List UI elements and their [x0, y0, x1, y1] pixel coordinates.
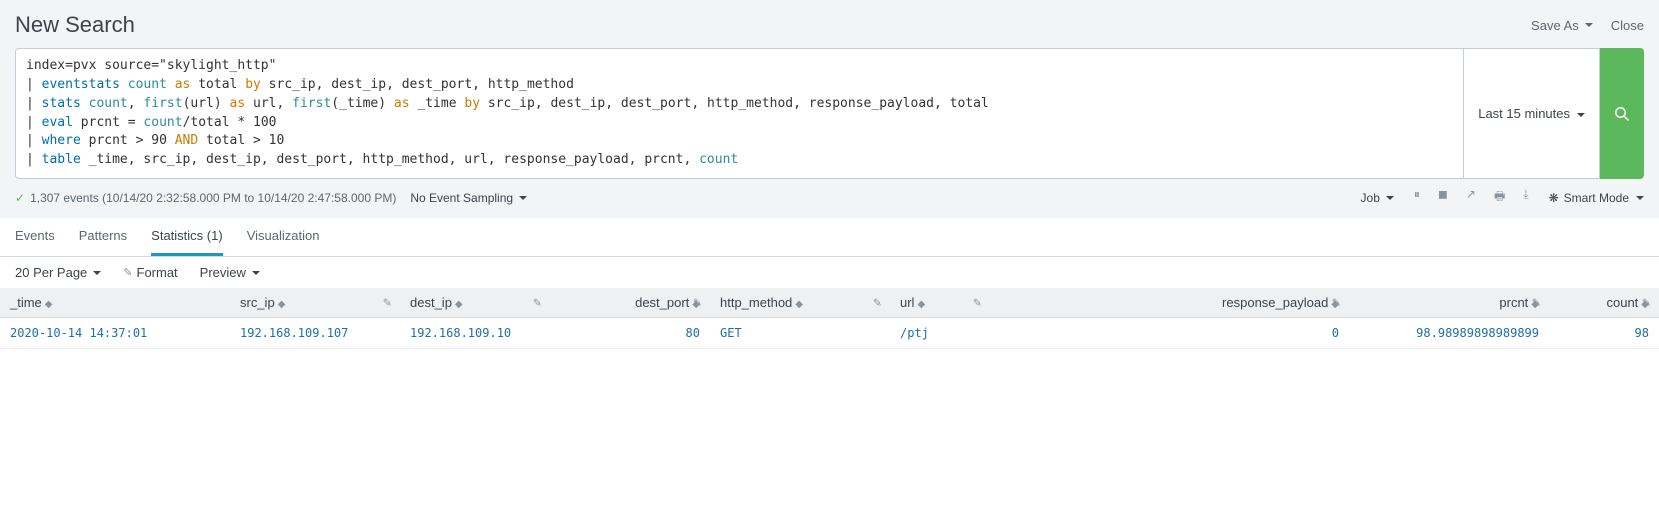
- smart-mode-dropdown[interactable]: ❋ Smart Mode: [1549, 191, 1644, 205]
- cell-prcnt: 98.98989898989899: [1349, 318, 1549, 349]
- search-query-input[interactable]: index=pvx source="skylight_http" | event…: [15, 48, 1464, 179]
- col-response-payload[interactable]: response_payload◆✎: [990, 288, 1349, 318]
- per-page-dropdown[interactable]: 20 Per Page: [15, 265, 101, 280]
- table-row[interactable]: 2020-10-14 14:37:01 192.168.109.107 192.…: [0, 318, 1659, 349]
- pencil-icon: ✎: [123, 266, 132, 279]
- pencil-icon[interactable]: ✎: [873, 296, 882, 309]
- pencil-icon[interactable]: ✎: [693, 296, 702, 309]
- pencil-icon[interactable]: ✎: [1642, 296, 1651, 309]
- save-as-button[interactable]: Save As: [1531, 18, 1593, 33]
- time-range-picker[interactable]: Last 15 minutes: [1464, 48, 1600, 179]
- pencil-icon[interactable]: ✎: [1532, 296, 1541, 309]
- export-icon[interactable]: ⤓: [1523, 187, 1528, 208]
- col-http-method[interactable]: http_method◆✎: [710, 288, 890, 318]
- search-icon: [1614, 106, 1630, 122]
- print-icon[interactable]: 🖶: [1494, 187, 1505, 208]
- cell-count: 98: [1549, 318, 1659, 349]
- cell-time: 2020-10-14 14:37:01: [0, 318, 230, 349]
- col-dest-ip[interactable]: dest_ip◆✎: [400, 288, 550, 318]
- preview-dropdown[interactable]: Preview: [200, 265, 260, 280]
- close-button[interactable]: Close: [1611, 18, 1644, 33]
- event-sampling-dropdown[interactable]: No Event Sampling: [410, 191, 527, 205]
- bulb-icon: ❋: [1549, 191, 1559, 205]
- tab-events[interactable]: Events: [15, 218, 55, 256]
- search-button[interactable]: [1600, 48, 1644, 179]
- stop-icon[interactable]: ◼: [1438, 187, 1448, 208]
- col-url[interactable]: url◆✎: [890, 288, 990, 318]
- share-icon[interactable]: ↗: [1466, 187, 1476, 208]
- pause-icon[interactable]: ⏸: [1414, 187, 1420, 208]
- col-dest-port[interactable]: dest_port◆✎: [550, 288, 710, 318]
- results-table: _time◆ src_ip◆✎ dest_ip◆✎ dest_port◆✎ ht…: [0, 288, 1659, 349]
- cell-http-method: GET: [710, 318, 890, 349]
- col-time[interactable]: _time◆: [0, 288, 230, 318]
- cell-url: /ptj: [890, 318, 990, 349]
- col-src-ip[interactable]: src_ip◆✎: [230, 288, 400, 318]
- pencil-icon[interactable]: ✎: [533, 296, 542, 309]
- cell-src-ip: 192.168.109.107: [230, 318, 400, 349]
- col-prcnt[interactable]: prcnt◆✎: [1349, 288, 1549, 318]
- tab-visualization[interactable]: Visualization: [247, 218, 320, 256]
- pencil-icon[interactable]: ✎: [383, 296, 392, 309]
- pencil-icon[interactable]: ✎: [973, 296, 982, 309]
- events-count-text: 1,307 events (10/14/20 2:32:58.000 PM to…: [30, 191, 396, 205]
- format-button[interactable]: ✎Format: [123, 265, 177, 280]
- tab-patterns[interactable]: Patterns: [79, 218, 127, 256]
- job-dropdown[interactable]: Job: [1361, 191, 1394, 205]
- pencil-icon[interactable]: ✎: [1332, 296, 1341, 309]
- page-title: New Search: [15, 12, 135, 38]
- cell-response-payload: 0: [990, 318, 1349, 349]
- cell-dest-ip: 192.168.109.10: [400, 318, 550, 349]
- tab-statistics[interactable]: Statistics (1): [151, 218, 223, 256]
- col-count[interactable]: count◆✎: [1549, 288, 1659, 318]
- cell-dest-port: 80: [550, 318, 710, 349]
- check-icon: ✓: [15, 191, 25, 205]
